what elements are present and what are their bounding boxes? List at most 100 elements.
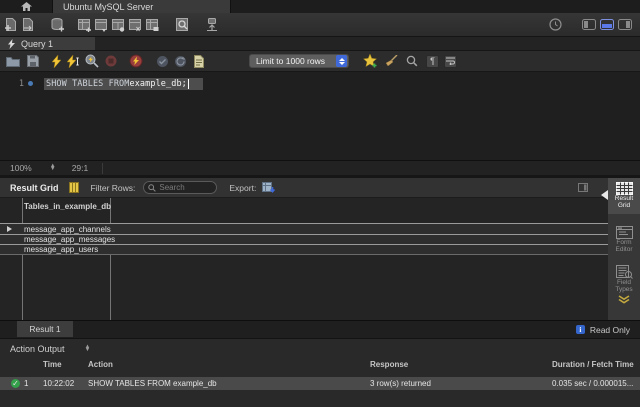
- filter-search-field[interactable]: [143, 181, 217, 194]
- stop-query-button[interactable]: [105, 53, 117, 69]
- grid-panel-toggle-button[interactable]: [578, 183, 588, 192]
- column-header-tables-in-example-db[interactable]: Tables_in_example_db: [24, 202, 111, 211]
- sidebar-item-field-types[interactable]: Field Types: [608, 261, 640, 304]
- sidebar-collapse-arrow-icon[interactable]: [601, 190, 608, 200]
- star-plus-icon: [363, 54, 377, 68]
- home-tab[interactable]: [0, 0, 53, 13]
- action-output-row[interactable]: ✓ 1 10:22:02 SHOW TABLES FROM example_db…: [0, 377, 640, 390]
- result-grid-icon: [616, 182, 633, 195]
- row-time: 10:22:02: [43, 379, 74, 388]
- save-script-button[interactable]: [27, 53, 39, 69]
- left-panel-icon: [582, 19, 596, 30]
- create-table-button[interactable]: [76, 16, 93, 34]
- toggle-output-panel-button[interactable]: [600, 19, 614, 30]
- execute-query-button[interactable]: [52, 53, 61, 69]
- connection-tab[interactable]: Ubuntu MySQL Server: [53, 0, 231, 13]
- create-procedure-button[interactable]: [110, 16, 127, 34]
- toggle-word-wrap-button[interactable]: [444, 55, 457, 68]
- action-output-panel: Action Output ▲▼ Time Action Response Du…: [0, 338, 640, 407]
- new-query-tab-button[interactable]: [2, 16, 19, 34]
- row-response: 3 row(s) returned: [370, 379, 431, 388]
- export-label: Export:: [229, 183, 256, 193]
- zoom-stepper[interactable]: ▲▼: [50, 165, 56, 171]
- table-cell[interactable]: message_app_users: [24, 245, 98, 254]
- export-button[interactable]: [262, 182, 275, 194]
- panel-toggle-group: [582, 19, 632, 30]
- table-edit-icon: [145, 18, 160, 32]
- search-document-icon: [175, 17, 190, 32]
- readonly-label: Read Only: [590, 325, 630, 335]
- execute-cursor-lightning-icon: [67, 55, 79, 68]
- sql-editor[interactable]: 1 SHOW TABLES FROM example_db;: [0, 72, 640, 160]
- magnifier-icon: [406, 55, 418, 67]
- autocommit-icon: [193, 55, 205, 68]
- commit-button[interactable]: [156, 53, 169, 69]
- execute-lightning-icon: [52, 55, 61, 68]
- wrap-text-icon: [446, 57, 455, 65]
- execute-statement-button[interactable]: [67, 53, 79, 69]
- result-grid-toolbar: Result Grid Filter Rows: Export:: [0, 178, 608, 198]
- sidebar-item-label: Grid: [618, 202, 630, 209]
- output-selector-dropdown[interactable]: ▲▼: [85, 346, 91, 353]
- open-script-button[interactable]: [19, 16, 36, 34]
- action-output-title: Action Output: [10, 344, 65, 354]
- stop-icon: [105, 55, 117, 67]
- create-view-button[interactable]: [93, 16, 110, 34]
- sidebar-item-label: Field: [617, 279, 631, 286]
- sidebar-item-label: Result: [615, 195, 633, 202]
- table-gear-icon: [111, 18, 126, 32]
- new-document-icon: [4, 17, 18, 32]
- connection-status-button[interactable]: [547, 16, 564, 34]
- table-row[interactable]: message_app_users: [0, 244, 608, 254]
- bottom-panel-icon: [600, 19, 614, 30]
- find-button[interactable]: [406, 53, 418, 69]
- toggle-invisible-chars-button[interactable]: ¶: [426, 55, 439, 68]
- tab-query-1[interactable]: Query 1: [0, 37, 95, 50]
- grid-rows: message_app_channels message_app_message…: [0, 223, 608, 255]
- toggle-right-sidebar-button[interactable]: [618, 19, 632, 30]
- database-plus-icon: [50, 17, 65, 32]
- main-toolbar: [0, 13, 640, 37]
- rollback-button[interactable]: [174, 53, 187, 69]
- folder-icon: [6, 56, 20, 67]
- filter-rows-label: Filter Rows:: [91, 183, 136, 193]
- create-schema-button[interactable]: [49, 16, 66, 34]
- open-document-icon: [21, 17, 35, 32]
- create-trigger-button[interactable]: [144, 16, 161, 34]
- import-export-button[interactable]: [203, 16, 220, 34]
- table-cell[interactable]: message_app_messages: [24, 235, 115, 244]
- beautify-query-button[interactable]: [363, 53, 377, 69]
- export-grid-icon: [262, 182, 275, 194]
- explain-magnifier-icon: [85, 54, 99, 68]
- tab-result-1[interactable]: Result 1: [17, 321, 73, 337]
- result-grid[interactable]: Tables_in_example_db message_app_channel…: [0, 198, 608, 320]
- result-grid-title: Result Grid: [10, 183, 59, 193]
- table-row[interactable]: message_app_channels: [0, 223, 608, 234]
- table-row[interactable]: message_app_messages: [0, 234, 608, 244]
- table-plus-icon: [77, 18, 92, 32]
- toggle-left-sidebar-button[interactable]: [582, 19, 596, 30]
- toggle-autocommit-button[interactable]: [193, 53, 205, 69]
- sidebar-expand-chevron-icon[interactable]: [618, 295, 630, 304]
- sidebar-item-form-editor[interactable]: Form Editor: [608, 222, 640, 253]
- open-file-button[interactable]: [6, 53, 20, 69]
- status-circle-icon: [549, 18, 562, 31]
- grid-columns-icon[interactable]: [69, 182, 79, 193]
- column-divider[interactable]: [110, 198, 111, 320]
- pilcrow-icon: ¶: [430, 56, 435, 66]
- table-cell[interactable]: message_app_channels: [24, 225, 111, 234]
- limit-rows-dropdown[interactable]: Limit to 1000 rows: [249, 54, 349, 68]
- create-function-button[interactable]: [127, 16, 144, 34]
- explain-plan-button[interactable]: [85, 53, 99, 69]
- query-tab-bar: Query 1: [0, 37, 640, 51]
- search-data-button[interactable]: [174, 16, 191, 34]
- zoom-level: 100%: [10, 163, 32, 173]
- filter-search-input[interactable]: [159, 183, 212, 192]
- clean-sql-button[interactable]: [385, 53, 398, 69]
- info-icon[interactable]: i: [576, 325, 585, 334]
- action-output-column-headers: Time Action Response Duration / Fetch Ti…: [0, 360, 640, 374]
- result-view-sidebar: Result Grid Form Editor Field Types: [608, 178, 640, 320]
- toggle-stop-on-error-button[interactable]: [129, 53, 143, 69]
- field-types-icon: [616, 265, 633, 279]
- sidebar-item-result-grid[interactable]: Result Grid: [608, 178, 640, 214]
